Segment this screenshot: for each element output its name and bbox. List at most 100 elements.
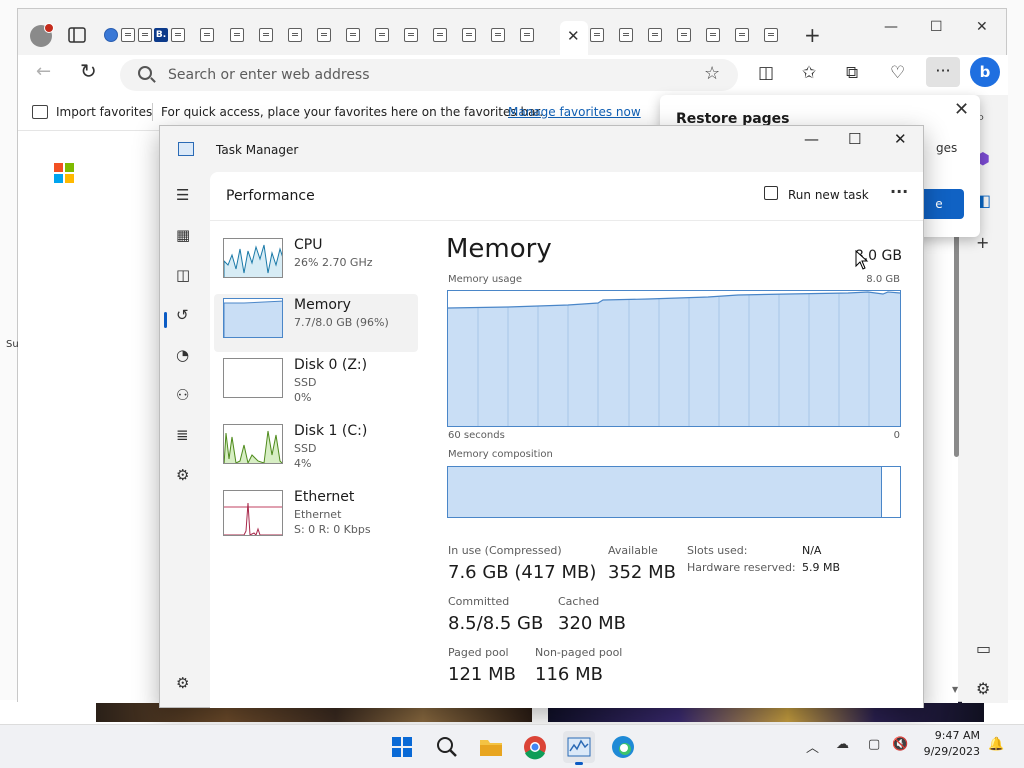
settings-icon[interactable]: ⚙	[176, 674, 189, 692]
profile-avatar[interactable]	[30, 23, 54, 47]
tab-page-icon[interactable]	[121, 28, 135, 42]
bing-copilot-icon[interactable]: b	[970, 57, 1000, 87]
memory-heading: Memory	[446, 234, 552, 264]
tab-page-icon[interactable]	[200, 28, 214, 42]
tab-page-icon[interactable]	[764, 28, 778, 42]
settings-more-button[interactable]: ···	[926, 57, 960, 87]
tray-security-icon[interactable]: ☁	[836, 737, 849, 752]
tab-page-icon[interactable]	[706, 28, 720, 42]
tab-page-icon[interactable]	[317, 28, 331, 42]
notification-bell-icon[interactable]: 🔔	[988, 737, 1004, 752]
volume-muted-icon[interactable]: 🔇	[892, 737, 908, 752]
network-icon[interactable]: ▢	[868, 737, 880, 752]
refresh-icon[interactable]: ↻	[80, 59, 97, 83]
graph-axis-left: 60 seconds	[448, 430, 505, 441]
browser-essentials-icon[interactable]: ♡	[890, 63, 905, 83]
tab-close-icon[interactable]: ✕	[567, 27, 580, 45]
maximize-icon[interactable]: ☐	[848, 130, 861, 148]
users-icon[interactable]: ⚇	[176, 386, 189, 404]
task-manager-taskbar-icon[interactable]	[563, 731, 595, 765]
tab-page-icon[interactable]	[433, 28, 447, 42]
disk-0-thumbnail-graph	[223, 358, 283, 398]
tab-edge-icon[interactable]	[104, 28, 118, 42]
tab-page-icon[interactable]	[462, 28, 476, 42]
tab-page-icon[interactable]	[230, 28, 244, 42]
tab-page-icon[interactable]	[677, 28, 691, 42]
back-arrow-icon[interactable]: ←	[36, 61, 51, 82]
sidebar-layout-icon[interactable]: ▭	[976, 639, 991, 658]
start-windows-icon[interactable]	[386, 731, 418, 763]
tab-actions-icon[interactable]	[68, 27, 88, 45]
performance-icon[interactable]: ◫	[176, 266, 190, 284]
minimize-icon[interactable]: —	[804, 130, 819, 148]
clock-time[interactable]: 9:47 AM	[912, 729, 980, 742]
resource-name: Memory	[294, 297, 351, 313]
tab-page-icon[interactable]	[619, 28, 633, 42]
resource-memory[interactable]: Memory 7.7/8.0 GB (96%)	[214, 294, 418, 352]
favorites-icon[interactable]: ✩	[802, 63, 816, 83]
minimize-icon[interactable]: —	[884, 19, 898, 35]
in-use-value: 7.6 GB (417 MB)	[448, 562, 597, 583]
favorite-star-icon[interactable]: ☆	[704, 63, 720, 84]
tab-page-icon[interactable]	[404, 28, 418, 42]
restore-close-icon[interactable]: ✕	[954, 99, 969, 120]
taskbar-search-icon[interactable]	[431, 731, 463, 763]
tab-page-icon[interactable]	[491, 28, 505, 42]
tab-page-icon[interactable]	[346, 28, 360, 42]
tab-page-icon[interactable]	[590, 28, 604, 42]
startup-apps-icon[interactable]: ◔	[176, 346, 189, 364]
resource-detail: Ethernet	[294, 508, 342, 521]
favorites-message: For quick access, place your favorites h…	[161, 105, 544, 119]
memory-usage-label: Memory usage	[448, 274, 523, 285]
resource-name: CPU	[294, 237, 323, 253]
maximize-icon[interactable]: ☐	[930, 19, 943, 35]
tab-page-icon[interactable]	[171, 28, 185, 42]
close-icon[interactable]: ✕	[894, 130, 907, 148]
scroll-down-icon[interactable]: ▼	[952, 685, 958, 694]
app-history-icon[interactable]: ↺	[176, 306, 189, 324]
file-explorer-icon[interactable]	[475, 731, 507, 763]
tab-page-icon[interactable]	[138, 28, 152, 42]
available-value: 352 MB	[608, 562, 676, 583]
sidebar-add-icon[interactable]: +	[976, 233, 989, 252]
cpu-thumbnail-graph	[223, 238, 283, 278]
new-tab-icon[interactable]: +	[804, 23, 821, 47]
performance-panel: Performance Run new task ··· CPU 26% 2.7…	[210, 172, 923, 708]
hardware-reserved-value: 5.9 MB	[802, 561, 841, 574]
resource-cpu[interactable]: CPU 26% 2.70 GHz	[214, 234, 418, 292]
show-hidden-icons-chevron[interactable]: ︿	[806, 737, 819, 756]
run-new-task-icon[interactable]	[764, 186, 778, 200]
close-window-icon[interactable]: ✕	[976, 19, 988, 35]
tab-page-icon[interactable]	[259, 28, 273, 42]
tab-page-icon[interactable]	[735, 28, 749, 42]
resource-name: Disk 1 (C:)	[294, 423, 368, 439]
details-icon[interactable]: ≣	[176, 426, 189, 444]
more-options-button[interactable]: ···	[890, 182, 908, 201]
resource-disk-0[interactable]: Disk 0 (Z:) SSD 0%	[214, 354, 418, 412]
collections-icon[interactable]: ⧉	[846, 63, 858, 83]
tab-page-icon[interactable]	[375, 28, 389, 42]
committed-value: 8.5/8.5 GB	[448, 613, 544, 634]
resource-disk-1[interactable]: Disk 1 (C:) SSD 4%	[214, 420, 418, 478]
tab-bing-icon[interactable]: B.	[154, 28, 168, 42]
edge-taskbar-icon[interactable]	[607, 731, 639, 763]
tab-page-icon[interactable]	[288, 28, 302, 42]
clock-date[interactable]: 9/29/2023	[912, 745, 980, 758]
hardware-reserved-label: Hardware reserved:	[687, 561, 796, 574]
resource-ethernet[interactable]: Ethernet Ethernet S: 0 R: 0 Kbps	[214, 486, 418, 544]
address-bar[interactable]: Search or enter web address ☆	[120, 59, 738, 91]
chrome-icon[interactable]	[519, 731, 551, 763]
run-new-task-button[interactable]: Run new task	[788, 188, 869, 202]
hamburger-menu-icon[interactable]: ☰	[176, 186, 189, 204]
available-label: Available	[608, 544, 658, 557]
tab-page-icon[interactable]	[520, 28, 534, 42]
import-favorites-icon[interactable]	[32, 105, 48, 119]
processes-icon[interactable]: ▦	[176, 226, 190, 244]
sidebar-settings-icon[interactable]: ⚙	[976, 679, 990, 698]
services-icon[interactable]: ⚙	[176, 466, 189, 484]
nav-selection-indicator	[164, 312, 167, 328]
tab-page-icon[interactable]	[648, 28, 662, 42]
split-screen-icon[interactable]: ◫	[758, 63, 774, 83]
manage-favorites-link[interactable]: Manage favorites now	[508, 105, 641, 119]
import-favorites-label[interactable]: Import favorites	[56, 105, 152, 119]
